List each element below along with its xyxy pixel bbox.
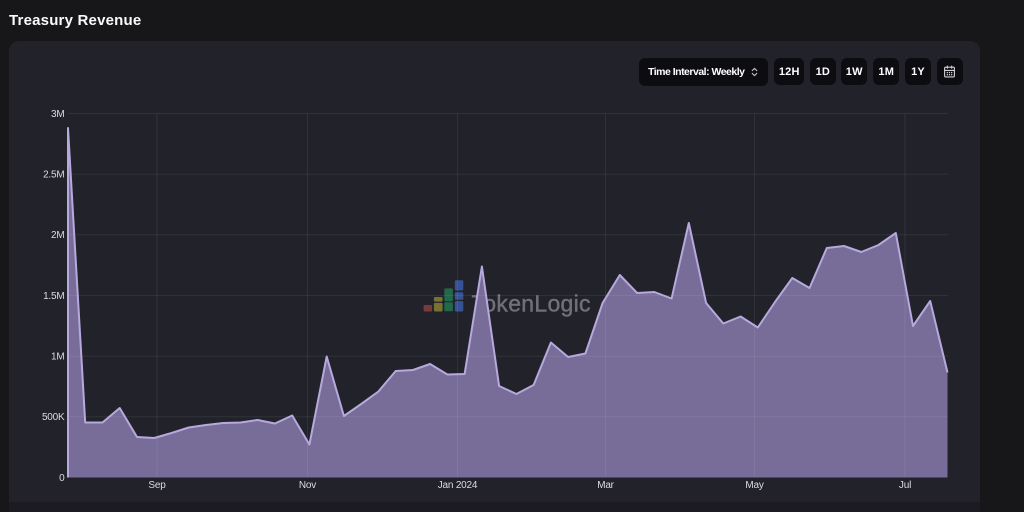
svg-text:2.5M: 2.5M: [43, 170, 64, 181]
svg-text:3M: 3M: [51, 109, 65, 120]
svg-text:1.5M: 1.5M: [43, 291, 64, 302]
svg-text:Jan 2024: Jan 2024: [438, 480, 478, 491]
svg-text:May: May: [745, 480, 763, 491]
svg-text:Nov: Nov: [299, 480, 316, 491]
svg-text:2M: 2M: [51, 230, 65, 241]
svg-text:Mar: Mar: [597, 480, 614, 491]
svg-text:1M: 1M: [51, 352, 65, 363]
svg-text:Jul: Jul: [899, 480, 911, 491]
svg-text:500K: 500K: [42, 412, 65, 423]
svg-text:Sep: Sep: [148, 480, 166, 491]
svg-text:0: 0: [59, 473, 65, 484]
